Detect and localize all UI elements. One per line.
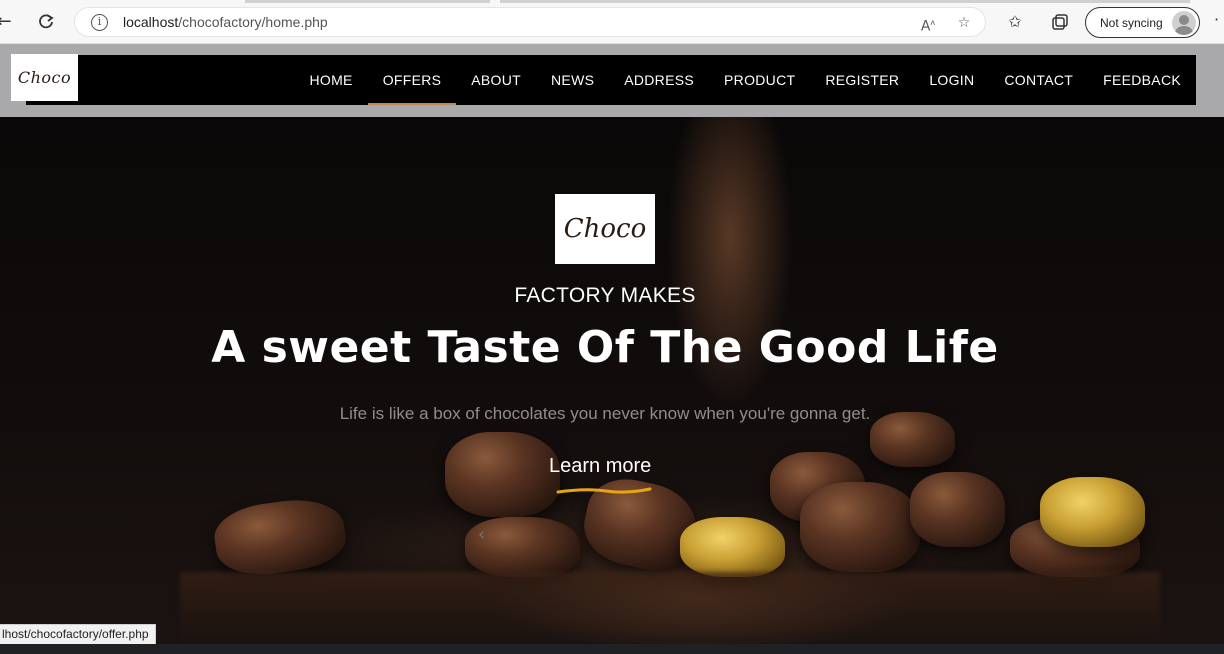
profile-icon [1172, 11, 1196, 35]
chocolate-image [800, 482, 920, 572]
favorites-icon[interactable]: ✩ [1003, 10, 1027, 34]
more-icon[interactable]: · [1214, 10, 1219, 29]
nav-item-login[interactable]: LOGIN [914, 55, 989, 105]
hero-logo-text: Choco [563, 214, 647, 244]
nav-item-contact[interactable]: CONTACT [989, 55, 1088, 105]
chocolate-image [210, 493, 350, 581]
chocolate-image [445, 432, 560, 517]
nav-item-news[interactable]: NEWS [536, 55, 609, 105]
learn-more-underline [556, 487, 652, 494]
nav-item-product[interactable]: PRODUCT [709, 55, 810, 105]
status-url-tooltip: lhost/chocofactory/offer.php [0, 624, 156, 645]
tab-strip [245, 0, 490, 3]
tab-strip [500, 0, 1190, 3]
chocolate-reflection [180, 572, 1160, 644]
url-text[interactable]: localhost/chocofactory/home.php [123, 14, 328, 30]
profile-button[interactable]: Not syncing [1085, 7, 1200, 38]
taskbar [0, 644, 1224, 654]
gold-chocolate-image [1040, 477, 1145, 547]
hero-eyebrow: FACTORY MAKES [514, 284, 696, 307]
logo-text: Choco [17, 68, 72, 87]
url-host: localhost [123, 14, 179, 30]
nav-item-address[interactable]: ADDRESS [609, 55, 709, 105]
back-icon[interactable]: ← [0, 8, 18, 36]
nav-item-register[interactable]: REGISTER [810, 55, 914, 105]
sync-label: Not syncing [1100, 16, 1163, 30]
navbar: Choco HOME OFFERS ABOUT NEWS ADDRESS PRO… [11, 54, 1196, 105]
hero-subtitle: Life is like a box of chocolates you nev… [339, 404, 871, 423]
address-bar[interactable]: i localhost/chocofactory/home.php Aʌ ☆ [74, 7, 986, 37]
chocolate-image [910, 472, 1005, 547]
nav-item-offers[interactable]: OFFERS [367, 55, 457, 105]
hero-logo: Choco [555, 194, 655, 264]
refresh-icon[interactable] [32, 8, 60, 36]
browser-toolbar: ← i localhost/chocofactory/home.php Aʌ ☆… [0, 0, 1224, 44]
chevron-left-icon[interactable]: ‹ [478, 524, 485, 545]
nav-item-about[interactable]: ABOUT [456, 55, 536, 105]
site-header: Choco HOME OFFERS ABOUT NEWS ADDRESS PRO… [0, 44, 1224, 117]
nav-menu: HOME OFFERS ABOUT NEWS ADDRESS PRODUCT R… [294, 55, 1196, 105]
nav-item-home[interactable]: HOME [294, 55, 367, 105]
url-path: /chocofactory/home.php [178, 14, 328, 30]
read-aloud-icon[interactable]: Aʌ [917, 12, 939, 35]
hero-title: A sweet Taste Of The Good Life [211, 322, 999, 373]
add-favorite-icon[interactable]: ☆ [953, 12, 975, 34]
hero-section: Choco FACTORY MAKES A sweet Taste Of The… [0, 117, 1224, 644]
collections-icon[interactable] [1048, 10, 1072, 34]
nav-item-feedback[interactable]: FEEDBACK [1088, 55, 1196, 105]
info-icon[interactable]: i [91, 14, 108, 31]
gold-chocolate-image [680, 517, 785, 577]
site-logo[interactable]: Choco [11, 54, 78, 101]
